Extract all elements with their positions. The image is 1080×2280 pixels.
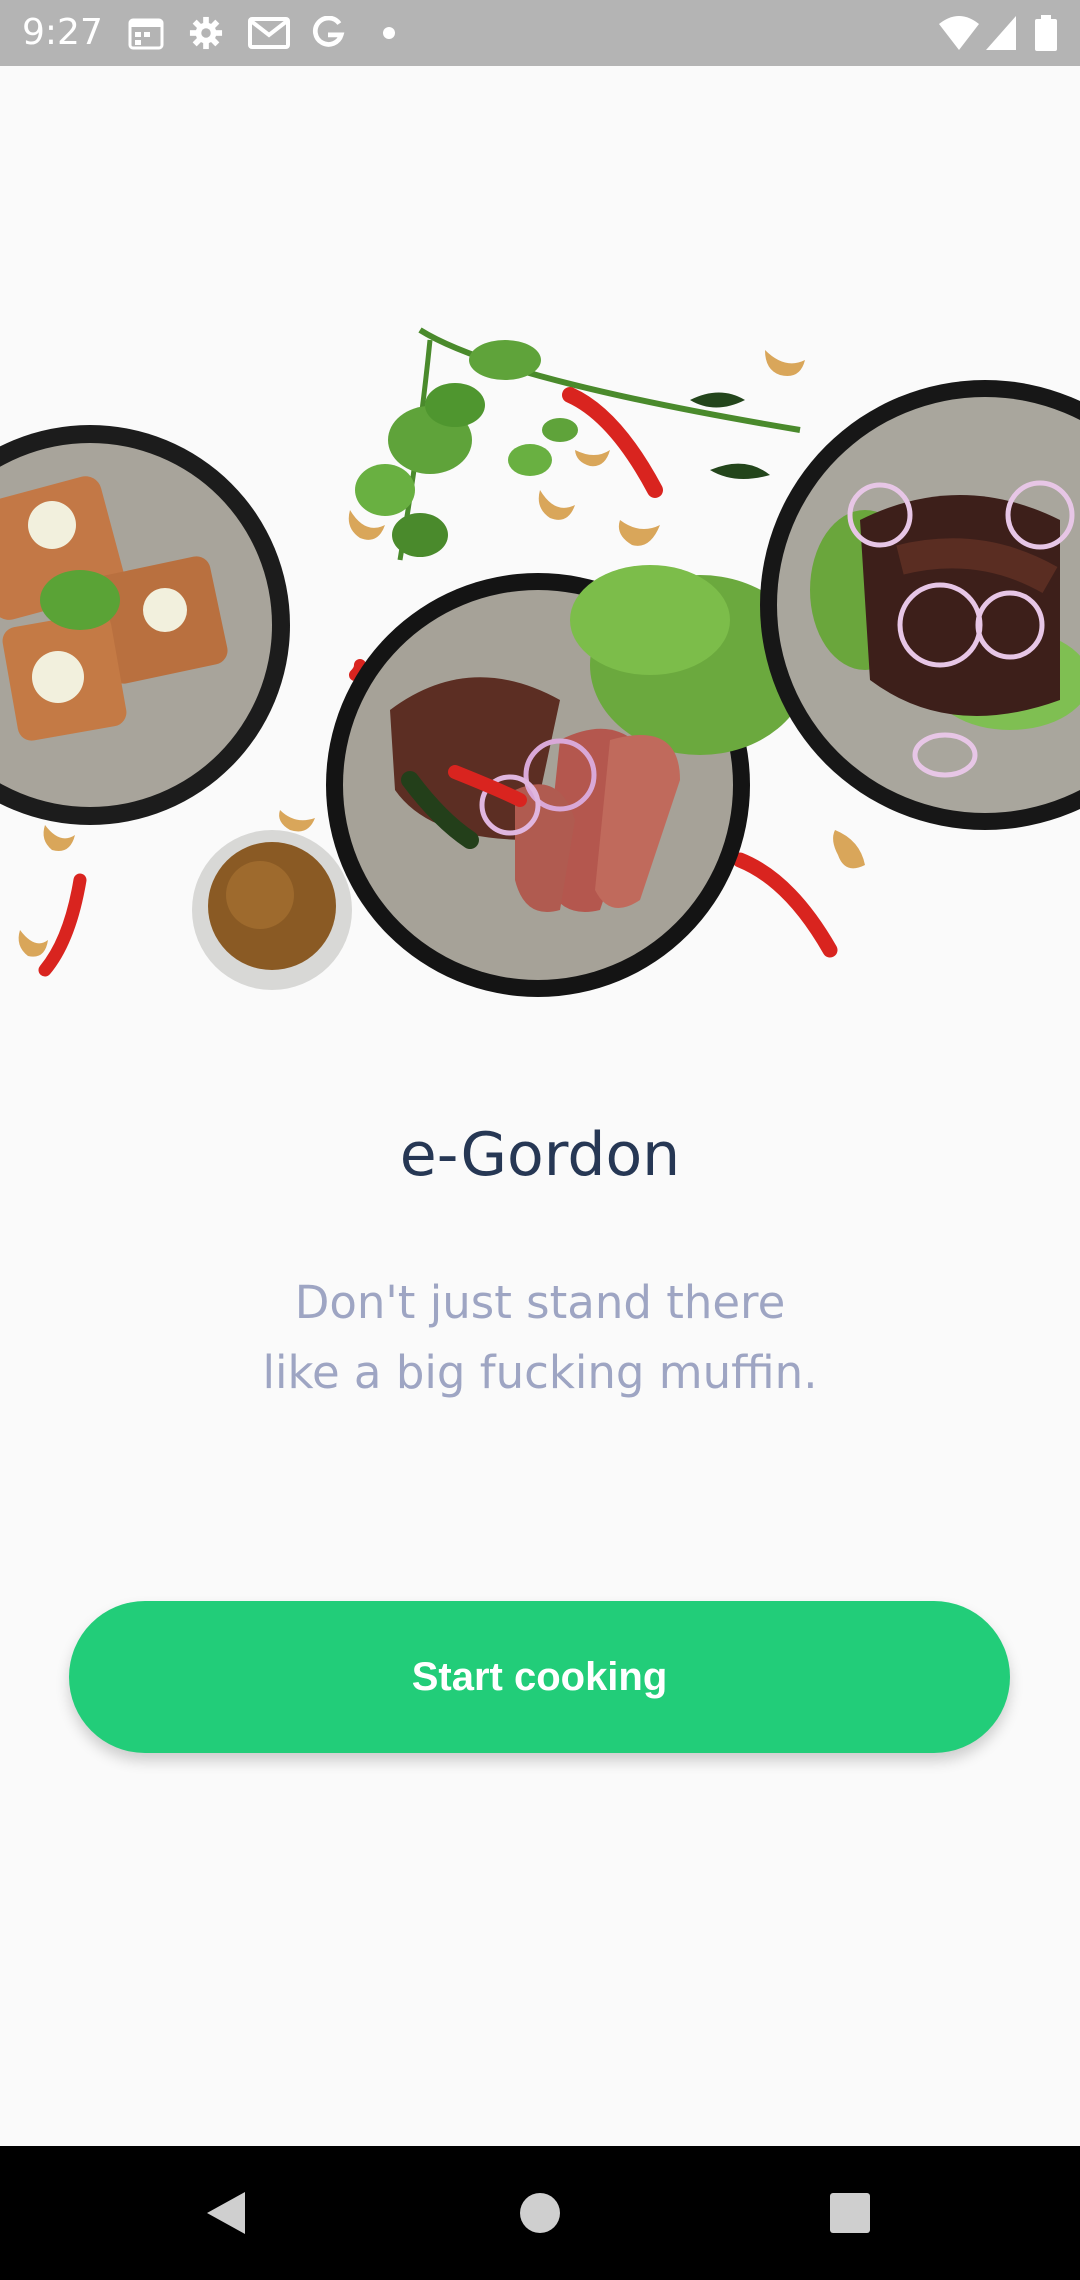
- status-time: 9:27: [22, 12, 103, 53]
- battery-icon: [1035, 15, 1057, 51]
- navigation-bar: [0, 2146, 1080, 2280]
- status-bar: 9:27: [0, 0, 1080, 66]
- settings-gear-icon: [189, 16, 223, 50]
- sauce-bowl-icon: [192, 830, 352, 990]
- tagline-line-1: Don't just stand there: [294, 1276, 786, 1329]
- app-title: e-Gordon: [399, 1120, 681, 1190]
- salad-plate-icon: [760, 380, 1080, 830]
- start-cooking-button[interactable]: Start cooking: [69, 1601, 1010, 1753]
- back-icon[interactable]: [165, 2146, 285, 2280]
- food-bowl-icon: [0, 425, 290, 825]
- gmail-icon: [248, 17, 290, 49]
- tagline-line-2: like a big fucking muffin.: [262, 1346, 818, 1399]
- hero-food-illustration: [0, 327, 1080, 997]
- herb-icon: [355, 327, 801, 561]
- wifi-icon: [939, 16, 979, 50]
- start-cooking-label: Start cooking: [411, 1654, 668, 1699]
- home-icon[interactable]: [480, 2146, 600, 2280]
- calendar-icon: [128, 18, 164, 50]
- google-icon: [312, 16, 345, 47]
- tagline: Don't just stand there like a big fuckin…: [0, 1268, 1080, 1408]
- recents-icon[interactable]: [790, 2146, 910, 2280]
- steak-plate-icon: [326, 565, 810, 997]
- cellular-signal-icon: [986, 16, 1016, 50]
- notification-dot-icon: [383, 27, 395, 39]
